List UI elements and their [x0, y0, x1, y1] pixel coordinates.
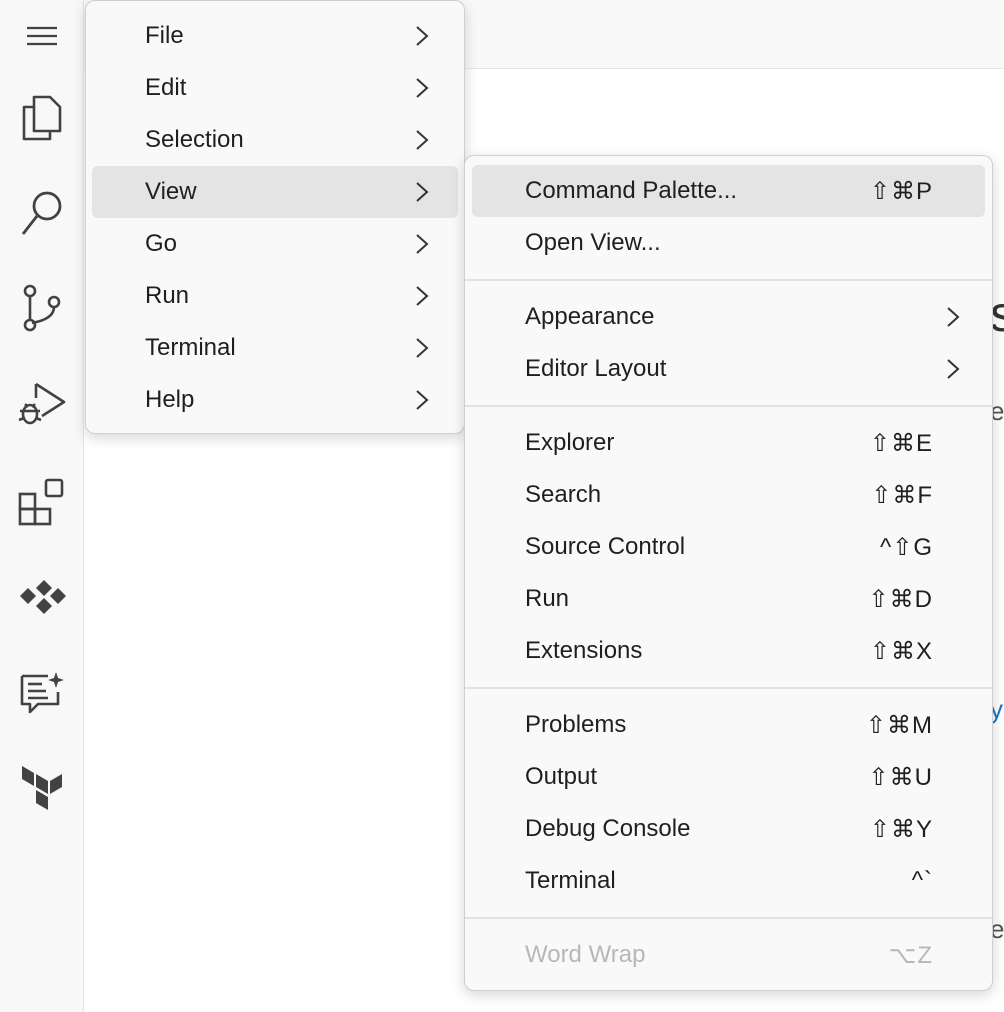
- menu-item-label: Terminal: [525, 867, 616, 894]
- shortcut-label: ⌥Z: [888, 941, 933, 969]
- menu-item-terminal[interactable]: Terminal: [92, 322, 458, 374]
- shortcut-label: ^⇧G: [879, 533, 933, 561]
- shortcut-label: ⇧⌘Y: [869, 815, 933, 843]
- menu-item-label: Source Control: [525, 533, 686, 560]
- menu-item-label: Terminal: [145, 334, 236, 361]
- menu-item-open-view[interactable]: Open View...: [472, 217, 985, 269]
- menu-item-label: Open View...: [525, 229, 661, 256]
- chevron-right-icon: [416, 286, 429, 306]
- menu-separator: [465, 687, 992, 689]
- chevron-right-icon: [947, 307, 960, 327]
- menu-item-output[interactable]: Output ⇧⌘U: [472, 751, 985, 803]
- shortcut-label: ⇧⌘P: [869, 177, 933, 205]
- menu-item-explorer[interactable]: Explorer ⇧⌘E: [472, 417, 985, 469]
- menu-item-label: Selection: [145, 126, 244, 153]
- chevron-right-icon: [416, 78, 429, 98]
- menu-item-label: Extensions: [525, 637, 643, 664]
- terraform-icon[interactable]: [0, 756, 83, 820]
- menu-item-label: Explorer: [525, 429, 615, 456]
- menu-item-label: Debug Console: [525, 815, 691, 842]
- menu-item-label: Help: [145, 386, 195, 413]
- shortcut-label: ⇧⌘X: [869, 637, 933, 665]
- source-control-icon[interactable]: [0, 276, 83, 340]
- chevron-right-icon: [416, 234, 429, 254]
- menu-item-label: Output: [525, 763, 598, 790]
- diamonds-icon[interactable]: [0, 566, 83, 630]
- menu-item-run[interactable]: Run: [92, 270, 458, 322]
- menu-item-word-wrap: Word Wrap ⌥Z: [472, 929, 985, 981]
- menu-icon[interactable]: [0, 4, 83, 68]
- shortcut-label: ^`: [911, 867, 933, 894]
- menu-item-view[interactable]: View: [92, 166, 458, 218]
- menu-separator: [465, 917, 992, 919]
- menu-item-label: Appearance: [525, 303, 655, 330]
- shortcut-label: ⇧⌘M: [865, 711, 933, 739]
- shortcut-label: ⇧⌘U: [868, 763, 933, 791]
- menu-item-label: Go: [145, 230, 178, 257]
- activity-bar: [0, 0, 84, 1012]
- menu-item-label: Run: [145, 282, 190, 309]
- chevron-right-icon: [947, 359, 960, 379]
- menu-item-label: Problems: [525, 711, 627, 738]
- application-menu: File Edit Selection View Go Run Terminal…: [85, 0, 465, 434]
- menu-item-command-palette[interactable]: Command Palette... ⇧⌘P: [472, 165, 985, 217]
- menu-item-label: Search: [525, 481, 602, 508]
- run-debug-icon[interactable]: [0, 372, 83, 436]
- chevron-right-icon: [416, 390, 429, 410]
- menu-item-label: Command Palette...: [525, 177, 738, 204]
- chevron-right-icon: [416, 26, 429, 46]
- search-icon[interactable]: [0, 182, 83, 246]
- menu-item-label: Run: [525, 585, 570, 612]
- menu-item-run[interactable]: Run ⇧⌘D: [472, 573, 985, 625]
- menu-item-edit[interactable]: Edit: [92, 62, 458, 114]
- menu-item-label: Editor Layout: [525, 355, 667, 382]
- chevron-right-icon: [416, 338, 429, 358]
- menu-item-help[interactable]: Help: [92, 374, 458, 426]
- menu-item-label: Edit: [145, 74, 187, 101]
- chevron-right-icon: [416, 130, 429, 150]
- menu-item-editor-layout[interactable]: Editor Layout: [472, 343, 985, 395]
- extensions-icon[interactable]: [0, 470, 83, 534]
- menu-separator: [465, 405, 992, 407]
- view-submenu: Command Palette... ⇧⌘P Open View... Appe…: [464, 155, 993, 991]
- menu-item-selection[interactable]: Selection: [92, 114, 458, 166]
- menu-item-search[interactable]: Search ⇧⌘F: [472, 469, 985, 521]
- shortcut-label: ⇧⌘D: [868, 585, 933, 613]
- menu-separator: [465, 279, 992, 281]
- shortcut-label: ⇧⌘E: [869, 429, 933, 457]
- menu-item-terminal[interactable]: Terminal ^`: [472, 855, 985, 907]
- menu-item-source-control[interactable]: Source Control ^⇧G: [472, 521, 985, 573]
- menu-item-label: File: [145, 22, 184, 49]
- files-icon[interactable]: [0, 86, 83, 150]
- menu-item-debug-console[interactable]: Debug Console ⇧⌘Y: [472, 803, 985, 855]
- menu-item-label: View: [145, 178, 197, 205]
- menu-item-extensions[interactable]: Extensions ⇧⌘X: [472, 625, 985, 677]
- chat-sparkle-icon[interactable]: [0, 660, 83, 724]
- chevron-right-icon: [416, 182, 429, 202]
- menu-item-go[interactable]: Go: [92, 218, 458, 270]
- menu-item-problems[interactable]: Problems ⇧⌘M: [472, 699, 985, 751]
- menu-item-label: Word Wrap: [525, 941, 646, 968]
- shortcut-label: ⇧⌘F: [871, 481, 933, 509]
- menu-item-appearance[interactable]: Appearance: [472, 291, 985, 343]
- menu-item-file[interactable]: File: [92, 10, 458, 62]
